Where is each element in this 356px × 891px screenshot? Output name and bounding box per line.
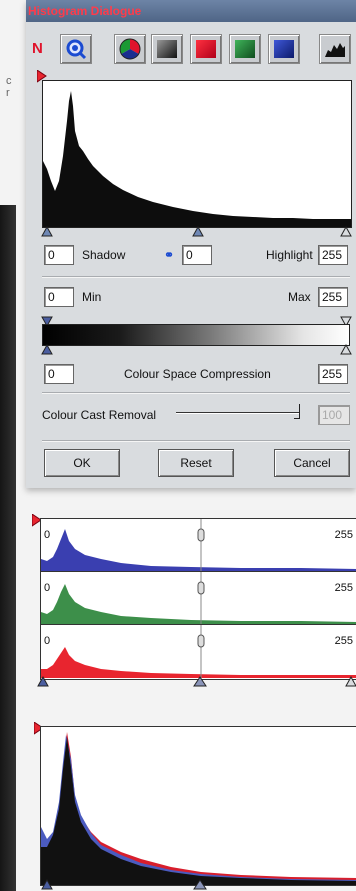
cast-removal-label: Colour Cast Removal (42, 408, 157, 422)
min-label: Min (82, 290, 102, 304)
cancel-button[interactable]: Cancel (274, 449, 350, 477)
rgb-wheel-icon[interactable] (114, 34, 146, 64)
compression-max-field[interactable]: 255 (318, 364, 348, 384)
red-channel-icon[interactable] (190, 34, 222, 64)
toolbar: N (26, 34, 356, 70)
cast-removal-handle[interactable] (294, 404, 300, 419)
rgb-histogram-panel: 0 255 0 255 0 255 (40, 518, 356, 680)
shadow-label: Shadow (82, 248, 126, 262)
reset-button[interactable]: Reset (158, 449, 234, 477)
green-channel-icon[interactable] (229, 34, 261, 64)
cast-removal-slider[interactable] (176, 412, 300, 414)
compression-label: Colour Space Compression (124, 367, 271, 381)
blue-min-label: 0 (44, 529, 51, 541)
input-level-sliders[interactable] (38, 226, 356, 238)
output-bottom-sliders[interactable] (38, 344, 356, 356)
green-histogram-row: 0 255 (41, 572, 356, 625)
link-icon[interactable]: ⚭ (164, 248, 174, 262)
output-gradient-bar (42, 324, 350, 346)
histogram-graph-icon[interactable] (319, 34, 351, 64)
blue-max-label: 255 (334, 529, 353, 541)
shadow-field[interactable]: 0 (44, 245, 74, 265)
shadow-slider-handle (41, 226, 53, 237)
cast-removal-field[interactable]: 100 (318, 405, 350, 425)
midpoint-field[interactable]: 0 (182, 245, 212, 265)
separator (42, 276, 350, 278)
compression-min-field[interactable]: 0 (44, 364, 74, 384)
n-label[interactable]: N (32, 40, 43, 70)
green-max-label: 255 (334, 582, 353, 594)
ok-button[interactable]: OK (44, 449, 120, 477)
highlight-field[interactable]: 255 (318, 245, 348, 265)
dialog-title: Histogram Dialogue (26, 0, 356, 22)
red-min-label: 0 (44, 635, 51, 647)
blue-histogram-row: 0 255 (41, 519, 356, 572)
max-label: Max (288, 290, 311, 304)
red-histogram-row: 0 255 (41, 625, 356, 678)
grey-channel-icon[interactable] (151, 34, 183, 64)
page-edge-shadow (0, 205, 16, 891)
blue-channel-icon[interactable] (268, 34, 300, 64)
green-min-label: 0 (44, 582, 51, 594)
main-histogram (42, 80, 352, 228)
overlay-histogram-panel (40, 726, 356, 886)
overlay-panel-sliders[interactable] (34, 879, 356, 891)
midpoint-slider-handle (192, 226, 204, 237)
red-max-label: 255 (334, 635, 353, 647)
paper-mark: c r (6, 75, 12, 99)
separator (42, 440, 350, 442)
min-field[interactable]: 0 (44, 287, 74, 307)
max-field[interactable]: 255 (318, 287, 348, 307)
separator (42, 392, 350, 394)
magnify-icon[interactable] (60, 34, 92, 64)
highlight-label: Highlight (266, 248, 313, 262)
histogram-dialog: Histogram Dialogue N 0 Shadow ⚭ 0 Highli… (26, 0, 356, 488)
rgb-panel-sliders[interactable] (34, 676, 356, 688)
highlight-slider-handle (340, 226, 352, 237)
